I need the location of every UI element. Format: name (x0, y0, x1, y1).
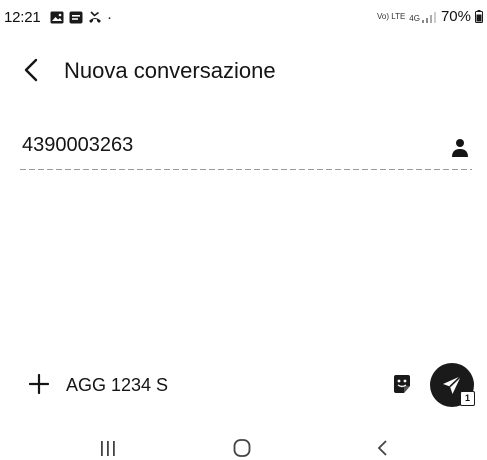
message-input[interactable] (66, 372, 366, 398)
sticker-icon (394, 375, 410, 393)
back-nav-icon (377, 440, 387, 456)
signal-indicator: 4G (409, 11, 437, 23)
status-time: 12:21 (4, 9, 41, 26)
status-bar: 12:21 · Vo) LTE 4G 70% (0, 0, 487, 34)
sim-badge: 1 (460, 391, 475, 406)
missed-call-icon (89, 11, 101, 23)
volte-indicator: Vo) LTE (376, 11, 406, 21)
attach-button[interactable] (26, 371, 52, 397)
contact-picker-button[interactable] (446, 134, 474, 162)
sticker-button[interactable] (390, 372, 414, 396)
battery-icon (475, 10, 483, 23)
plus-icon (29, 374, 49, 394)
battery-percent: 70% (440, 8, 471, 25)
message-composer: 1 (0, 362, 487, 407)
status-right: Vo) LTE 4G 70% (377, 8, 483, 25)
gallery-icon (50, 11, 64, 24)
notification-icons: · (50, 9, 112, 26)
back-button[interactable] (18, 56, 44, 84)
back-nav-button[interactable] (362, 436, 402, 460)
recent-apps-button[interactable] (88, 436, 128, 460)
network-label: Vo) LTE (376, 11, 406, 21)
navigation-bar (0, 428, 487, 460)
message-icon (69, 11, 83, 24)
signal-icon (421, 11, 436, 23)
status-dot: · (107, 9, 112, 26)
send-button[interactable]: 1 (430, 363, 475, 407)
recipient-field[interactable]: 4390003263 (22, 134, 133, 157)
recipient-underline (20, 169, 472, 170)
recipient-row: 4390003263 (0, 126, 487, 172)
home-icon (233, 439, 251, 457)
signal-label: 4G (409, 13, 420, 23)
page-title: Nuova conversazione (64, 58, 276, 83)
home-button[interactable] (222, 436, 262, 460)
chevron-left-icon (24, 58, 38, 82)
app-bar: Nuova conversazione (0, 50, 487, 90)
recent-apps-icon (101, 441, 115, 456)
person-icon (452, 139, 468, 157)
